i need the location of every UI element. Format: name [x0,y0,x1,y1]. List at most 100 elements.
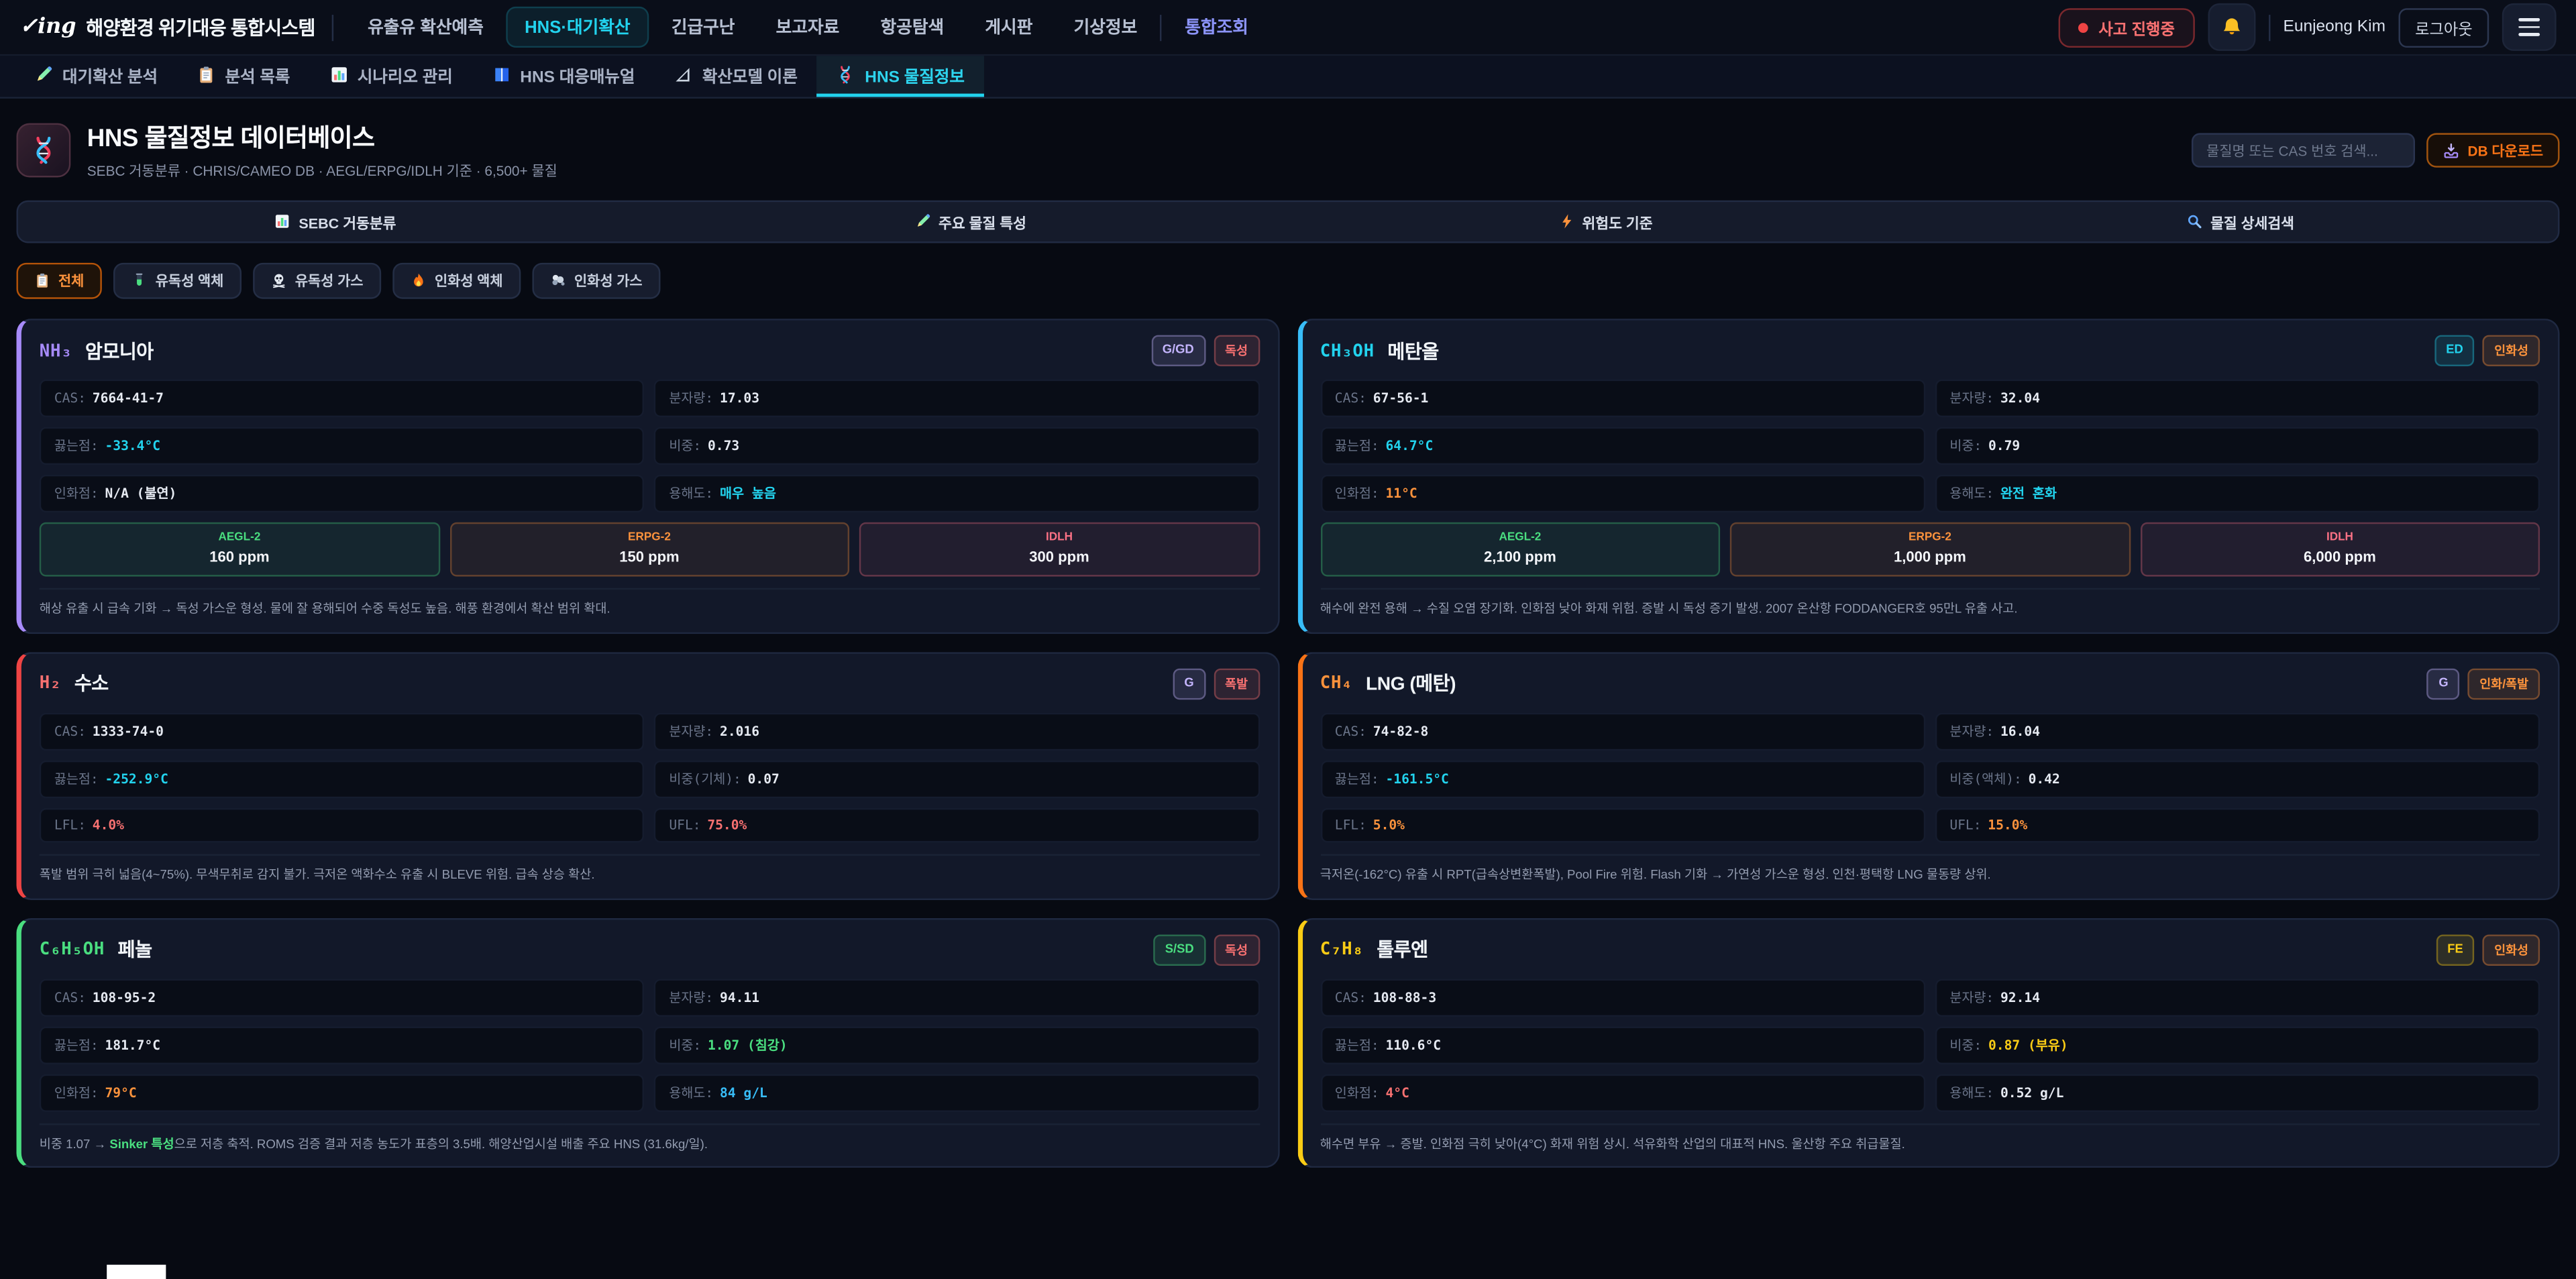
main-nav: 유출유 확산예측HNS·대기확산긴급구난보고자료항공탐색게시판기상정보 통합조회 [350,7,1267,48]
stat-ERPG-2: ERPG-21,000 ppm [1730,522,2130,577]
field: CAS:108-95-2 [40,978,645,1015]
substance-formula: CH₃OH [1320,341,1375,360]
field-value: 0.52 g/L [2000,1085,2063,1100]
field-value: 15.0% [1988,818,2027,832]
nav-item-보고자료[interactable]: 보고자료 [758,7,858,48]
field: 분자량:16.04 [1935,712,2540,750]
filter-chip-전체[interactable]: 전체 [16,263,102,299]
filter-chip-유독성 가스[interactable]: 유독성 가스 [253,263,381,299]
section-nav-strip: SEBC 거동분류주요 물질 특성 위험도 기준 물질 상세검색 [16,201,2559,243]
field-value: 7664-41-7 [93,391,164,406]
nav-item-항공탐색[interactable]: 항공탐색 [863,7,963,48]
substance-name: 수소 [74,671,109,697]
badge-인화성: 인화성 [2483,934,2540,965]
tab-HNS 대응매뉴얼[interactable]: HNS 대응매뉴얼 [472,56,655,97]
stat-value: 1,000 ppm [1738,549,2122,565]
notifications-button[interactable] [2208,3,2255,51]
nav-item-유출유 확산예측[interactable]: 유출유 확산예측 [350,7,502,48]
field: 비중:0.79 [1935,427,2540,465]
section-link-물질 상세검색[interactable]: 물질 상세검색 [1923,211,2559,233]
substance-name: 메탄올 [1387,337,1438,364]
field-label: 인화점: [1335,484,1379,502]
badge-ED: ED [2434,335,2475,367]
field: 분자량:17.03 [654,380,1259,417]
app-logo[interactable]: ✓ing 해양환경 위기대응 통합시스템 [19,14,315,40]
tab-시나리오 관리[interactable]: 시나리오 관리 [310,56,472,97]
field: 분자량:92.14 [1935,978,2540,1015]
nav-item-기상정보[interactable]: 기상정보 [1056,7,1156,48]
incident-status-badge[interactable]: 사고 진행중 [2059,7,2195,47]
stat-value: 2,100 ppm [1328,549,1712,565]
field: 인화점:4°C [1320,1073,1925,1111]
pencil-icon [34,66,52,84]
nav-item-HNS·대기확산[interactable]: HNS·대기확산 [506,7,648,48]
filter-chip-인화성 가스[interactable]: 인화성 가스 [533,263,661,299]
tube-icon [131,273,147,288]
nav-item-긴급구난[interactable]: 긴급구난 [653,7,753,48]
status-dot-icon [2079,22,2089,32]
field-value: 16.04 [2000,724,2040,738]
db-download-label: DB 다운로드 [2468,140,2543,160]
substance-card-수소[interactable]: H₂수소G폭발CAS:1333-74-0분자량:2.016끓는점:-252.9°… [16,652,1279,899]
dna-icon [837,66,855,84]
hns-substance-db-page: ✓ing 해양환경 위기대응 통합시스템 유출유 확산예측HNS·대기확산긴급구… [0,0,2576,1279]
card-header: H₂수소G폭발 [40,668,1259,700]
badge-group: S/SD독성 [1154,934,1260,965]
field-value: 0.79 [1988,439,2020,453]
menu-button[interactable] [2502,3,2557,51]
field: 용해도:0.52 g/L [1935,1073,2540,1111]
tab-HNS 물질정보[interactable]: HNS 물질정보 [817,56,984,97]
property-fields: CAS:108-95-2분자량:94.11끓는점:181.7°C비중:1.07 … [40,978,1259,1111]
stat-IDLH: IDLH6,000 ppm [2140,522,2540,577]
field: CAS:74-82-8 [1320,712,1925,750]
field-label: CAS: [54,990,86,1005]
field-label: 끓는점: [54,1036,99,1054]
card-note: 해수에 완전 용해 → 수질 오염 장기화. 인화점 낮아 화재 위험. 증발 … [1320,588,2540,619]
field: 끓는점:-252.9°C [40,760,645,797]
tab-확산모델 이론[interactable]: 확산모델 이론 [655,56,817,97]
section-link-SEBC 거동분류[interactable]: SEBC 거동분류 [18,211,653,233]
card-header: CH₄LNG (메탄)G인화/폭발 [1320,668,2540,700]
field: UFL:15.0% [1935,808,2540,842]
badge-FE: FE [2436,934,2475,965]
badge-group: G인화/폭발 [2427,668,2540,700]
app-title: 해양환경 위기대응 통합시스템 [86,14,315,40]
tab-분석 목록[interactable]: 분석 목록 [177,56,309,97]
substance-card-메탄올[interactable]: CH₃OH메탄올ED인화성CAS:67-56-1분자량:32.04끓는점:64.… [1297,319,2559,634]
tab-label: HNS 대응매뉴얼 [520,62,635,87]
clipboard-icon [34,273,50,288]
stat-ERPG-2: ERPG-2150 ppm [449,522,849,577]
filter-chip-label: 인화성 가스 [574,271,643,290]
search-icon [2187,214,2202,229]
dna-icon [30,136,58,164]
substance-card-페놀[interactable]: C₆H₅OH페놀S/SD독성CAS:108-95-2분자량:94.11끓는점:1… [16,917,1279,1168]
skull-icon [271,273,286,288]
nav-item-통합조회[interactable]: 통합조회 [1167,7,1267,48]
substance-card-암모니아[interactable]: NH₃암모니아G/GD독성CAS:7664-41-7분자량:17.03끓는점:-… [16,319,1279,634]
nav-item-게시판[interactable]: 게시판 [967,7,1051,48]
search-input[interactable] [2192,133,2415,167]
tab-대기확산 분석[interactable]: 대기확산 분석 [15,56,177,97]
stat-label: ERPG-2 [458,532,841,543]
sub-tab-bar: 대기확산 분석분석 목록시나리오 관리 HNS 대응매뉴얼 확산모델 이론HNS 물… [0,56,2576,99]
field-value: 0.42 [2029,771,2060,786]
card-header: NH₃암모니아G/GD독성 [40,335,1259,367]
field-label: 끓는점: [54,770,99,788]
bolt-icon [1558,214,1574,229]
flame-icon [411,273,426,288]
section-link-주요 물질 특성[interactable]: 주요 물질 특성 [653,211,1288,233]
field-label: 분자량: [1949,389,1994,407]
exposure-limits: AEGL-2160 ppmERPG-2150 ppmIDLH300 ppm [40,522,1259,577]
db-download-button[interactable]: DB 다운로드 [2426,133,2559,167]
logout-button[interactable]: 로그아웃 [2399,7,2489,47]
section-link-위험도 기준[interactable]: 위험도 기준 [1288,211,1923,233]
field: 용해도:매우 높음 [654,475,1259,512]
substance-card-LNG (메탄)[interactable]: CH₄LNG (메탄)G인화/폭발CAS:74-82-8분자량:16.04끓는점… [1297,652,2559,899]
property-fields: CAS:108-88-3분자량:92.14끓는점:110.6°C비중:0.87 … [1320,978,2540,1111]
badge-폭발: 폭발 [1214,668,1259,700]
substance-name: LNG (메탄) [1366,671,1456,697]
filter-chip-유독성 액체[interactable]: 유독성 액체 [113,263,241,299]
filter-chip-인화성 액체[interactable]: 인화성 액체 [392,263,521,299]
substance-card-톨루엔[interactable]: C₇H₈톨루엔FE인화성CAS:108-88-3분자량:92.14끓는점:110… [1297,917,2559,1168]
section-link-label: 위험도 기준 [1582,211,1652,233]
